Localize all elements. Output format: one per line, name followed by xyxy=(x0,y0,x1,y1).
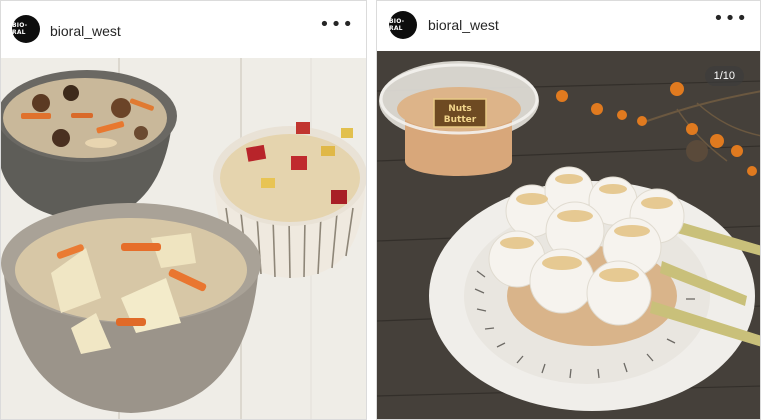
dumplings-photo: Nuts Butter xyxy=(377,51,760,419)
avatar-logo: BIO-RAL xyxy=(389,18,405,32)
post-header: BIO-RAL bioral_west ••• xyxy=(1,1,366,57)
jar-label-line2: Butter xyxy=(444,115,477,125)
more-options-icon[interactable]: ••• xyxy=(713,10,748,28)
post-header: BIO-RAL bioral_west ••• xyxy=(377,1,760,57)
more-options-icon[interactable]: ••• xyxy=(319,16,354,34)
avatar[interactable]: BIO-RAL xyxy=(12,15,40,43)
feed-post: BIO-RAL bioral_west ••• xyxy=(0,0,367,420)
avatar[interactable]: BIO-RAL xyxy=(389,11,417,39)
rice-bowls-photo xyxy=(1,58,366,419)
carousel-counter: 1/10 xyxy=(704,66,744,86)
username-link[interactable]: bioral_west xyxy=(50,23,121,39)
jar-label-line1: Nuts xyxy=(448,104,472,114)
avatar-logo: BIO-RAL xyxy=(12,22,28,36)
username-link[interactable]: bioral_west xyxy=(428,17,499,33)
feed-post: BIO-RAL bioral_west ••• xyxy=(376,0,761,420)
post-image[interactable] xyxy=(1,58,366,419)
post-image[interactable]: Nuts Butter 1/10 xyxy=(377,51,760,419)
